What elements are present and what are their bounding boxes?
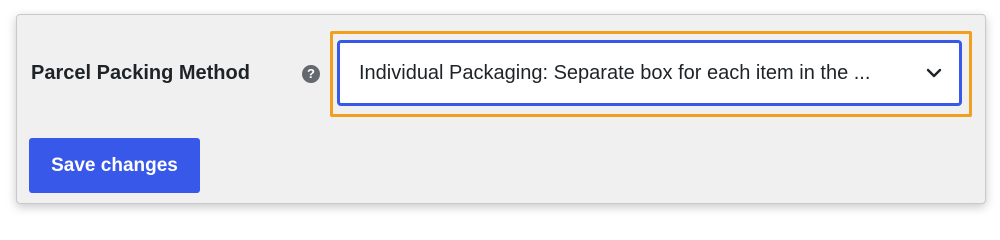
- help-icon[interactable]: ?: [302, 65, 320, 83]
- chevron-down-icon: [926, 68, 942, 78]
- parcel-packing-method-select[interactable]: Individual Packaging: Separate box for e…: [337, 40, 962, 106]
- save-changes-button[interactable]: Save changes: [29, 138, 200, 193]
- settings-panel: Parcel Packing Method ? Individual Packa…: [16, 14, 986, 204]
- selected-value: Individual Packaging: Separate box for e…: [359, 62, 871, 84]
- parcel-packing-method-label: Parcel Packing Method: [31, 62, 250, 84]
